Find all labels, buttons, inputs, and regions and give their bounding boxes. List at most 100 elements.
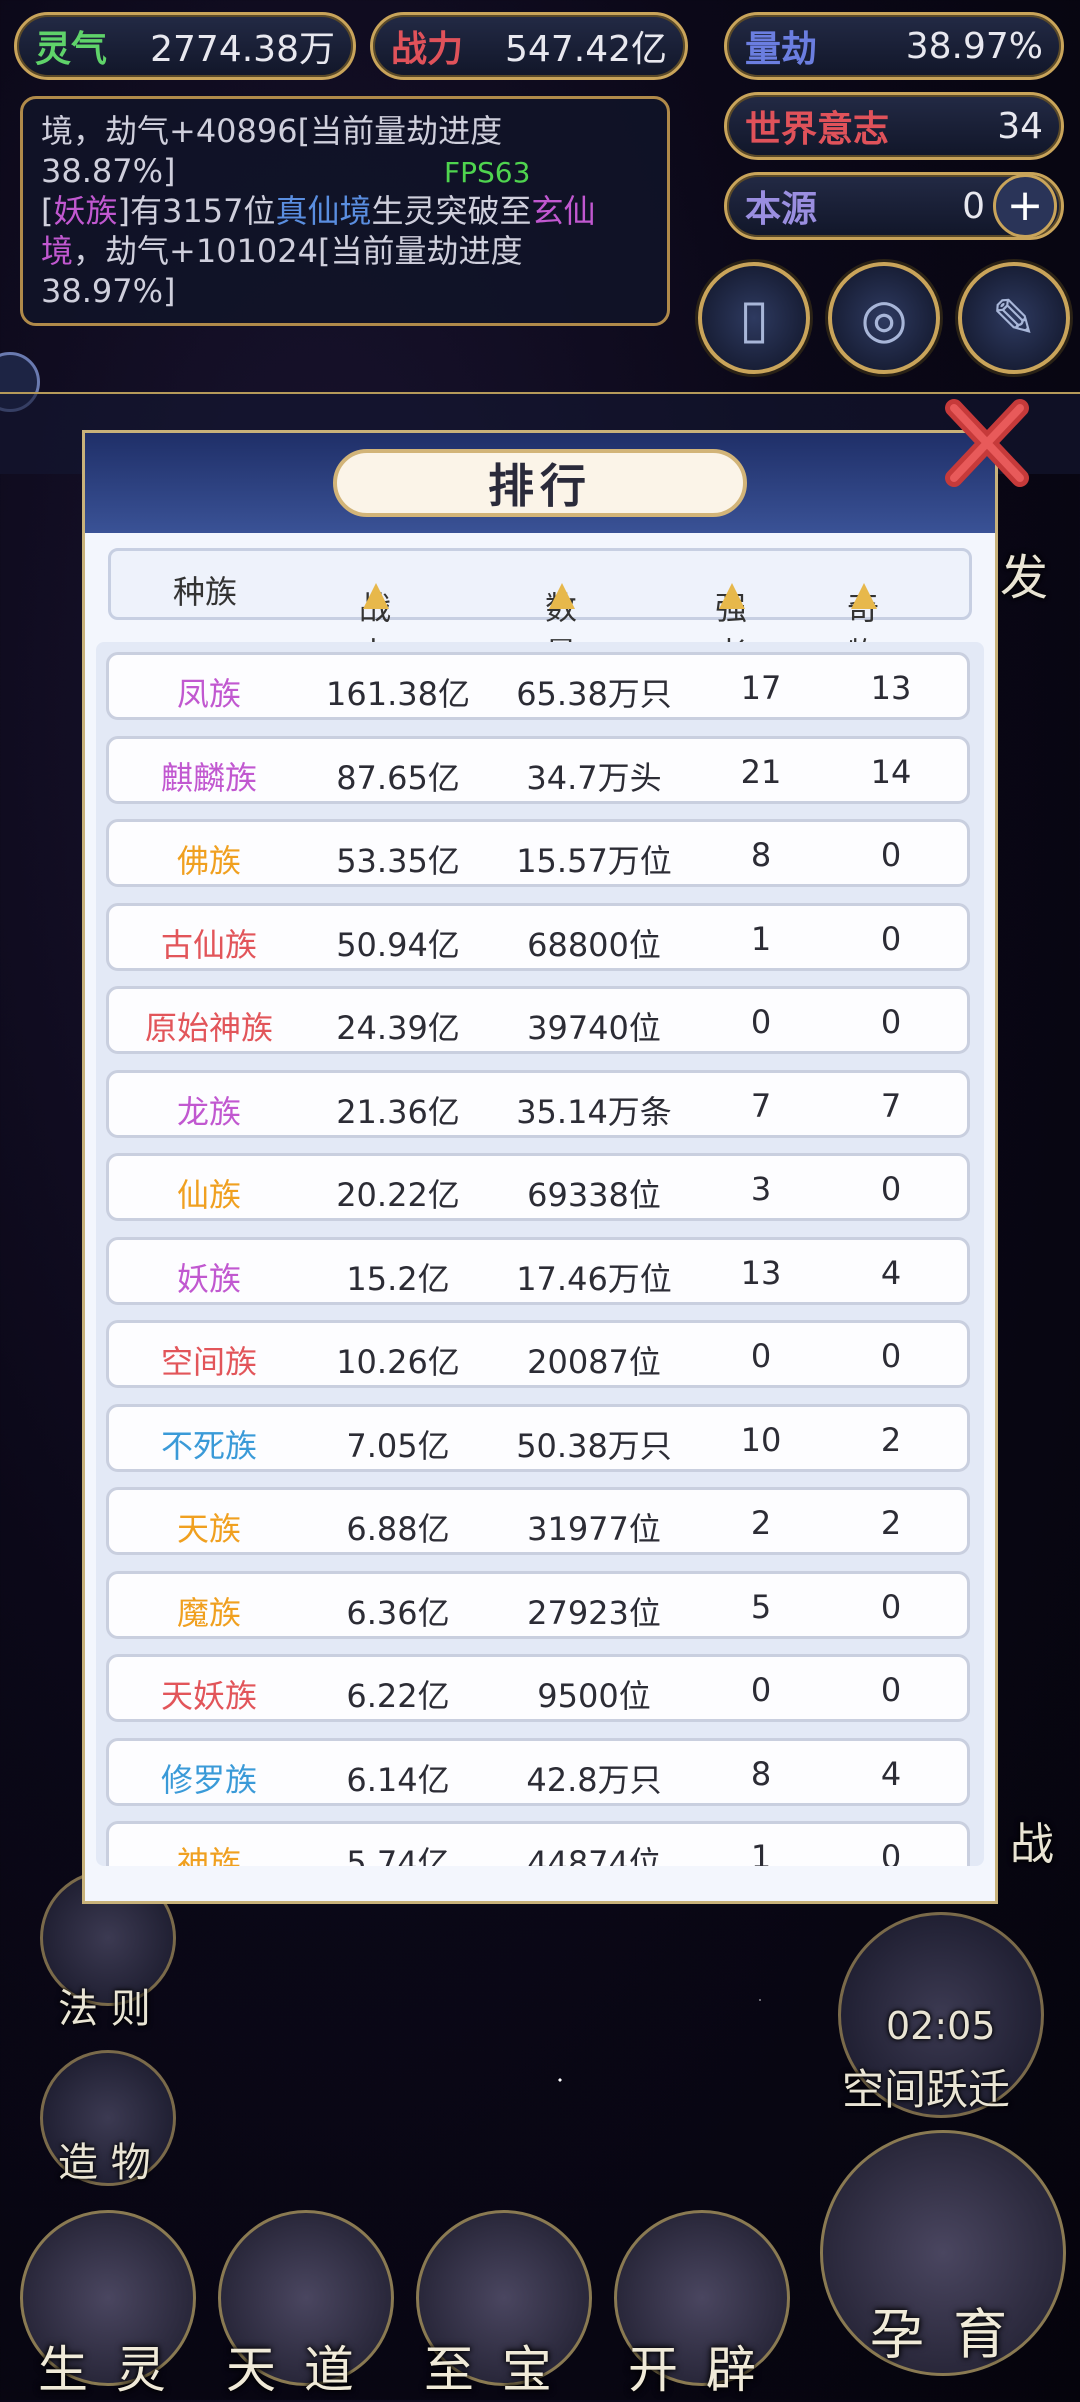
count-cell: 34.7万头 <box>526 758 662 797</box>
sort-arrow-icon <box>719 583 745 609</box>
lingqi-value: 2774.38万 <box>150 29 335 70</box>
count-cell: 39740位 <box>527 1009 661 1047</box>
space-jump-label: 空间跃迁 <box>842 2065 1011 2114</box>
strong-cell: 7 <box>750 1086 772 1125</box>
items-cell: 0 <box>880 1671 902 1709</box>
table-row[interactable]: 天族 6.88亿 31977位 2 2 <box>106 1487 970 1555</box>
message-line: [妖族]有3157位真仙境生灵突破至玄仙 <box>41 191 649 231</box>
lianjie-stat: 量劫 38.97% <box>724 12 1064 80</box>
count-cell: 9500位 <box>537 1677 651 1715</box>
power-cell: 5.74亿 <box>346 1844 450 1866</box>
power-cell: 50.94亿 <box>336 925 460 964</box>
plus-icon[interactable]: + <box>993 174 1057 238</box>
strong-cell: 8 <box>750 836 772 874</box>
race-cell: 古仙族 <box>160 925 257 964</box>
strong-cell: 3 <box>750 1170 772 1208</box>
yunyu-label: 孕 育 <box>870 2303 1014 2366</box>
table-row[interactable]: 麒麟族 87.65亿 34.7万头 21 14 <box>106 735 970 804</box>
race-cell: 不死族 <box>160 1426 257 1465</box>
shengling-label: 生 灵 <box>38 2341 172 2399</box>
table-row[interactable]: 不死族 7.05亿 50.38万只 10 2 <box>106 1403 970 1472</box>
power-cell: 161.38亿 <box>326 675 470 713</box>
benyuan-stat: 本源 0 + <box>724 172 1064 240</box>
lingqi-label: 灵气 <box>35 28 108 70</box>
race-cell: 天妖族 <box>160 1677 257 1715</box>
count-cell: 15.57万位 <box>516 842 672 880</box>
items-cell: 2 <box>880 1504 902 1542</box>
items-cell: 0 <box>880 1587 902 1626</box>
card-icon: ▯ <box>739 286 769 350</box>
table-row[interactable]: 古仙族 50.94亿 68800位 1 0 <box>106 902 970 971</box>
bag-button[interactable]: ▯ <box>698 262 810 374</box>
race-cell: 龙族 <box>176 1092 241 1131</box>
strong-cell: 0 <box>750 1003 772 1041</box>
count-cell: 68800位 <box>527 925 661 964</box>
strong-cell: 1 <box>750 919 772 958</box>
scroll-button[interactable]: ✎ <box>958 262 1070 374</box>
items-cell: 0 <box>880 836 902 874</box>
race-cell: 凤族 <box>176 675 241 713</box>
message-text: ，劫气+101024[当前量劫进度 <box>73 232 523 270</box>
table-row[interactable]: 仙族 20.22亿 69338位 3 0 <box>106 1153 970 1221</box>
table-row[interactable]: 修罗族 6.14亿 42.8万只 8 4 <box>106 1737 970 1806</box>
ranking-list[interactable]: 凤族 161.38亿 65.38万只 17 13 麒麟族 87.65亿 34.7万头 21 14 佛… <box>96 642 984 1866</box>
count-cell: 27923位 <box>527 1593 661 1632</box>
message-text: 38.87%] <box>41 152 176 190</box>
portal-button[interactable]: ◎ <box>828 262 940 374</box>
power-cell: 20.22亿 <box>336 1176 460 1214</box>
count-cell: 31977位 <box>527 1510 661 1548</box>
count-cell: 42.8万只 <box>526 1760 662 1799</box>
strong-cell: 13 <box>740 1253 782 1292</box>
count-cell: 65.38万只 <box>516 675 672 713</box>
power-cell: 6.22亿 <box>346 1677 450 1715</box>
table-row[interactable]: 神族 5.74亿 44874位 1 0 <box>106 1821 970 1866</box>
race-cell: 仙族 <box>176 1176 241 1214</box>
items-cell: 2 <box>880 1420 902 1459</box>
message-text: 38.97%] <box>41 272 176 310</box>
realm-highlight: 玄仙 <box>531 192 596 230</box>
tiandao-label: 天 道 <box>226 2341 360 2399</box>
modal-title: 排行 <box>333 449 747 517</box>
strong-cell: 8 <box>750 1754 772 1793</box>
zaowu-label: 造 物 <box>58 2140 151 2186</box>
race-cell: 妖族 <box>176 1259 241 1298</box>
table-row[interactable]: 原始神族 24.39亿 39740位 0 0 <box>106 986 970 1054</box>
close-icon[interactable] <box>940 398 1030 488</box>
column-header: 种族 战力 数量 强者 奇物 <box>108 548 972 673</box>
items-cell: 14 <box>870 752 912 791</box>
items-cell: 0 <box>880 1170 902 1208</box>
message-line: 38.87%] <box>41 151 649 191</box>
strong-cell: 17 <box>740 669 782 707</box>
faze-label: 法 则 <box>58 1986 151 2032</box>
table-row[interactable]: 天妖族 6.22亿 9500位 0 0 <box>106 1654 970 1722</box>
strong-cell: 1 <box>750 1838 772 1866</box>
race-cell: 麒麟族 <box>160 758 257 797</box>
items-cell: 13 <box>870 669 912 707</box>
vortex-icon: ◎ <box>860 286 908 350</box>
lianjie-value: 38.97% <box>905 25 1043 67</box>
shijie-label: 世界意志 <box>745 108 890 150</box>
count-cell: 50.38万只 <box>516 1426 672 1465</box>
message-line: 38.97%] <box>41 271 649 311</box>
items-cell: 0 <box>880 919 902 958</box>
strong-cell: 10 <box>740 1420 782 1459</box>
race-cell: 原始神族 <box>144 1009 273 1047</box>
items-cell: 4 <box>880 1253 902 1292</box>
right-side-label-zhan: 战 <box>1010 1819 1054 1870</box>
power-cell: 6.36亿 <box>346 1593 450 1632</box>
count-cell: 17.46万位 <box>516 1259 672 1298</box>
items-cell: 7 <box>880 1086 902 1125</box>
table-row[interactable]: 佛族 53.35亿 15.57万位 8 0 <box>106 819 970 887</box>
table-row[interactable]: 空间族 10.26亿 20087位 0 0 <box>106 1320 970 1388</box>
race-cell: 天族 <box>176 1510 241 1548</box>
power-cell: 7.05亿 <box>346 1426 450 1465</box>
shijie-value: 34 <box>997 105 1043 147</box>
table-row[interactable]: 妖族 15.2亿 17.46万位 13 4 <box>106 1236 970 1305</box>
items-cell: 0 <box>880 1337 902 1375</box>
table-row[interactable]: 魔族 6.36亿 27923位 5 0 <box>106 1570 970 1639</box>
table-row[interactable]: 凤族 161.38亿 65.38万只 17 13 <box>106 652 970 720</box>
strong-cell: 0 <box>750 1337 772 1375</box>
table-row[interactable]: 龙族 21.36亿 35.14万条 7 7 <box>106 1069 970 1138</box>
items-cell: 0 <box>880 1003 902 1041</box>
race-cell: 神族 <box>176 1844 241 1866</box>
